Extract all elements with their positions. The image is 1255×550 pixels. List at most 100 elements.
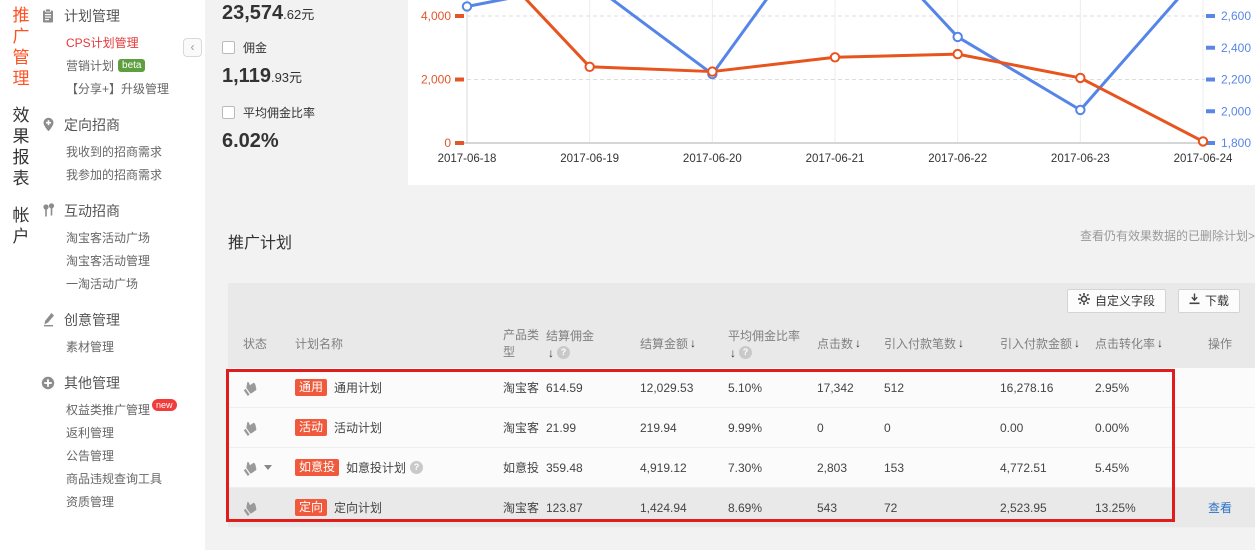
cell-payment-orders: 153 (878, 448, 995, 487)
col-header-settlement-commission[interactable]: 结算佣金 ↓? (540, 318, 635, 368)
menu-group-targeted-investment: 定向招商 我收到的招商需求 我参加的招商需求 (40, 113, 205, 187)
commission-checkbox-label: 佣金 (243, 39, 267, 56)
help-icon[interactable]: ? (739, 346, 752, 359)
cell-click-conversion-rate: 0.00% (1088, 408, 1185, 447)
rail-tab-effect-report[interactable]: 效果报表 (7, 106, 32, 190)
table-row-activity-plan[interactable]: 活动活动计划 淘宝客 21.99 219.94 9.99% 0 0 0.00 0… (228, 408, 1255, 448)
col-header-click-conversion-rate[interactable]: 点击转化率↓ (1088, 318, 1185, 368)
gear-icon (1078, 293, 1090, 308)
sidebar-item-announcement-management[interactable]: 公告管理 (40, 445, 205, 468)
group-title-other-management[interactable]: 其他管理 (40, 371, 205, 394)
sort-desc-icon[interactable]: ↓ (958, 336, 964, 350)
col-header-payment-orders[interactable]: 引入付款笔数↓ (878, 318, 995, 368)
sort-desc-icon[interactable]: ↓ (690, 336, 696, 350)
customize-fields-button[interactable]: 自定义字段 (1067, 289, 1166, 313)
svg-text:2017-06-22: 2017-06-22 (928, 153, 987, 165)
sidebar-item-taobaoke-activity-plaza[interactable]: 淘宝客活动广场 (40, 227, 205, 250)
thumb-up-status-icon[interactable] (240, 498, 259, 517)
sort-desc-icon[interactable]: ↓ (1074, 336, 1080, 350)
chevron-down-icon[interactable] (264, 465, 272, 470)
col-header-settlement-amount[interactable]: 结算金额↓ (635, 318, 722, 368)
interact-icon (40, 203, 56, 218)
svg-text:2017-06-24: 2017-06-24 (1174, 153, 1233, 165)
sidebar-item-taobaoke-activity-management[interactable]: 淘宝客活动管理 (40, 250, 205, 273)
view-deleted-plans-link[interactable]: 查看仍有效果数据的已删除计划> (1080, 227, 1255, 244)
sidebar-item-marketing-plan[interactable]: 营销计划beta (40, 55, 205, 78)
plan-type-badge: 活动 (295, 419, 327, 436)
rail-tab-promotion-management[interactable]: 推广管理 (7, 6, 32, 90)
col-header-payment-amount[interactable]: 引入付款金额↓ (995, 318, 1088, 368)
customize-fields-label: 自定义字段 (1095, 292, 1155, 309)
table-row-general-plan[interactable]: 通用通用计划 淘宝客 614.59 12,029.53 5.10% 17,342… (228, 368, 1255, 408)
table-row-targeted-plan[interactable]: 定向定向计划 淘宝客 123.87 1,424.94 8.69% 543 72 … (228, 488, 1255, 528)
sort-desc-icon[interactable]: ↓ (1157, 336, 1163, 350)
cell-settlement-amount: 1,424.94 (635, 488, 722, 527)
sidebar-item-joined-investment-requests[interactable]: 我参加的招商需求 (40, 164, 205, 187)
col-header-status[interactable]: 状态 (228, 318, 287, 368)
cell-settlement-commission: 21.99 (540, 408, 635, 447)
cell-settlement-commission: 614.59 (540, 368, 635, 407)
sidebar-collapse-button[interactable]: ‹ (183, 38, 202, 57)
cell-settlement-amount: 4,919.12 (635, 448, 722, 487)
help-icon[interactable]: ? (557, 346, 570, 359)
sidebar-item-material-management[interactable]: 素材管理 (40, 336, 205, 359)
sidebar: 推广管理 效果报表 帐户 计划管理 CPS计划管理 营销计划beta 【分享+】… (0, 0, 205, 550)
trend-line-chart[interactable]: 02,0004,0001,8002,0002,2002,4002,6002017… (408, 0, 1255, 185)
commission-checkbox[interactable] (222, 41, 235, 54)
sidebar-menu: 计划管理 CPS计划管理 营销计划beta 【分享+】升级管理 定向招商 我收到… (40, 4, 205, 514)
stat-value-settlement-amount: 23,574.62元 (222, 2, 407, 25)
thumb-up-status-icon[interactable] (240, 378, 259, 397)
table-header-row: 状态 计划名称 产品类型 结算佣金 ↓? 结算金额↓ 平均佣金比率 ↓? 点击数… (228, 318, 1255, 368)
trend-chart-card: 02,0004,0001,8002,0002,2002,4002,6002017… (408, 0, 1255, 185)
view-link[interactable]: 查看 (1208, 499, 1232, 516)
col-header-avg-commission-rate[interactable]: 平均佣金比率 ↓? (722, 318, 810, 368)
beta-badge: beta (118, 59, 145, 72)
sidebar-item-rebate-management[interactable]: 返利管理 (40, 422, 205, 445)
thumb-up-status-icon[interactable] (240, 418, 259, 437)
clipboard-icon (40, 8, 56, 23)
sort-desc-icon[interactable]: ↓ (548, 346, 554, 360)
cell-clicks: 0 (810, 408, 878, 447)
svg-text:2,000: 2,000 (421, 73, 451, 87)
col-header-clicks[interactable]: 点击数↓ (810, 318, 878, 368)
plan-name[interactable]: 活动计划 (334, 419, 382, 436)
sidebar-item-rights-promotion-management[interactable]: 权益类推广管理new (40, 399, 205, 422)
svg-text:2017-06-21: 2017-06-21 (806, 153, 865, 165)
sidebar-item-product-violation-query-tool[interactable]: 商品违规查询工具 (40, 468, 205, 491)
avg-commission-rate-checkbox[interactable] (222, 106, 235, 119)
sidebar-item-received-investment-requests[interactable]: 我收到的招商需求 (40, 141, 205, 164)
col-header-plan-name[interactable]: 计划名称 (287, 318, 495, 368)
svg-text:2017-06-19: 2017-06-19 (560, 153, 619, 165)
cell-clicks: 2,803 (810, 448, 878, 487)
group-title-targeted-investment[interactable]: 定向招商 (40, 113, 205, 136)
sidebar-item-etao-activity-plaza[interactable]: 一淘活动广场 (40, 273, 205, 296)
menu-group-creative: 创意管理 素材管理 (40, 308, 205, 359)
cell-settlement-amount: 12,029.53 (635, 368, 722, 407)
menu-group-other: 其他管理 权益类推广管理new 返利管理 公告管理 商品违规查询工具 资质管理 (40, 371, 205, 514)
col-header-product-type[interactable]: 产品类型 (495, 318, 540, 368)
cell-product-type: 如意投 (495, 448, 540, 487)
plan-name[interactable]: 如意投计划 (346, 459, 406, 476)
table-row-ruyitou-plan[interactable]: 如意投如意投计划? 如意投 359.48 4,919.12 7.30% 2,80… (228, 448, 1255, 488)
group-title-creative-management[interactable]: 创意管理 (40, 308, 205, 331)
sidebar-item-cps-plan-management[interactable]: CPS计划管理 (40, 32, 205, 55)
group-title-plan-management[interactable]: 计划管理 (40, 4, 205, 27)
cell-avg-commission-rate: 5.10% (722, 368, 810, 407)
plan-name[interactable]: 通用计划 (334, 379, 382, 396)
plan-name[interactable]: 定向计划 (334, 499, 382, 516)
sort-desc-icon[interactable]: ↓ (855, 336, 861, 350)
stat-value-avg-commission-rate: 6.02% (222, 130, 407, 153)
svg-text:1,800: 1,800 (1221, 136, 1251, 150)
sidebar-item-qualification-management[interactable]: 资质管理 (40, 491, 205, 514)
sidebar-item-share-upgrade-management[interactable]: 【分享+】升级管理 (40, 78, 205, 101)
cell-settlement-commission: 123.87 (540, 488, 635, 527)
sort-desc-icon[interactable]: ↓ (730, 346, 736, 360)
thumb-up-status-icon[interactable] (240, 458, 259, 477)
cell-payment-orders: 0 (878, 408, 995, 447)
download-icon (1189, 293, 1200, 308)
plan-type-badge: 如意投 (295, 459, 339, 476)
rail-tab-account[interactable]: 帐户 (7, 206, 32, 248)
download-button[interactable]: 下载 (1178, 289, 1240, 313)
group-title-interactive-investment[interactable]: 互动招商 (40, 199, 205, 222)
help-icon[interactable]: ? (410, 461, 423, 474)
